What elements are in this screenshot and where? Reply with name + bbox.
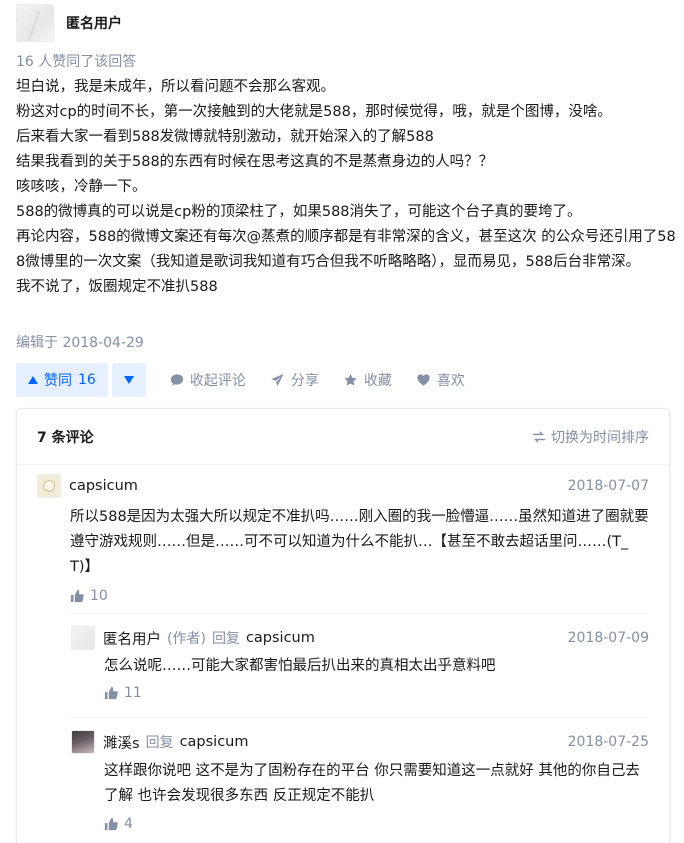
triangle-up-icon xyxy=(28,376,38,384)
reply-to-user[interactable]: capsicum xyxy=(180,734,249,750)
comment-header: 匿名用户 (作者) 回复 capsicum 2018-07-09 xyxy=(71,626,649,650)
avatar[interactable] xyxy=(71,730,95,754)
comment-like-count: 4 xyxy=(124,816,133,832)
thumbs-up-icon xyxy=(104,686,118,700)
answer-author: 匿名用户 xyxy=(16,4,122,42)
avatar[interactable] xyxy=(37,474,61,498)
upvote-count: 16 xyxy=(78,372,96,388)
like-label: 喜欢 xyxy=(436,373,465,389)
answer-actions: 赞同 16 收起评论 分享 收藏 喜欢 xyxy=(16,363,465,397)
author-tag: (作者) xyxy=(167,631,206,647)
avatar[interactable] xyxy=(71,626,95,650)
vote-count-line: 16 人赞同了该回答 xyxy=(16,54,137,70)
comment-like-count: 11 xyxy=(124,685,142,701)
comment-header: capsicum 2018-07-07 xyxy=(37,474,649,498)
answer-paragraph: 结果我看到的关于588的东西有时候在思考这真的不是蒸煮身边的人吗？？ xyxy=(16,154,494,170)
comment-item: 濉溪s 回复 capsicum 2018-07-25 这样跟你说吧 这不是为了固… xyxy=(71,730,649,834)
thumbs-up-icon xyxy=(104,817,118,831)
comment-icon xyxy=(170,374,183,386)
thumbs-up-icon xyxy=(70,589,84,603)
comment-like-button[interactable]: 10 xyxy=(70,586,649,606)
avatar[interactable] xyxy=(16,4,54,42)
comments-panel: 7 条评论 切换为时间排序 capsicum 2018-07-07 所以588是… xyxy=(16,408,670,843)
reply-to-user[interactable]: capsicum xyxy=(246,630,315,646)
author-name[interactable]: 匿名用户 xyxy=(66,13,122,33)
comment-text: 所以588是因为太强大所以规定不准扒吗……刚入圈的我一脸懵逼……虽然知道进了圈就… xyxy=(70,509,649,575)
swap-icon xyxy=(533,430,545,443)
share-label: 分享 xyxy=(290,373,319,389)
collapse-comments-button[interactable]: 收起评论 xyxy=(170,370,246,390)
downvote-button[interactable] xyxy=(111,363,146,397)
share-icon xyxy=(271,373,284,387)
star-icon xyxy=(344,373,357,386)
collapse-comments-label: 收起评论 xyxy=(189,373,246,389)
favorite-button[interactable]: 收藏 xyxy=(343,370,392,390)
comment-text: 这样跟你说吧 这不是为了固粉存在的平台 你只需要知道这一点就好 其他的你自己去了… xyxy=(104,763,640,804)
upvote-button[interactable]: 赞同 16 xyxy=(16,363,108,397)
sort-toggle-button[interactable]: 切换为时间排序 xyxy=(532,427,649,447)
answer-paragraph: 再论内容，588的微博文案还有每次@蒸煮的顺序都是有非常深的含义，甚至这次 的公… xyxy=(16,229,676,270)
comment-item: 匿名用户 (作者) 回复 capsicum 2018-07-09 怎么说呢……可… xyxy=(71,626,649,703)
comment-date: 2018-07-09 xyxy=(567,630,649,646)
comment-like-count: 10 xyxy=(90,588,108,604)
triangle-down-icon xyxy=(123,376,134,384)
heart-icon xyxy=(417,374,430,386)
answer-paragraph: 咳咳咳，冷静一下。 xyxy=(16,179,147,195)
comment-author[interactable]: capsicum xyxy=(69,478,138,494)
answer-paragraph: 我不说了，饭圈规定不准扒588 xyxy=(16,279,218,295)
favorite-label: 收藏 xyxy=(363,373,392,389)
comment-like-button[interactable]: 4 xyxy=(104,814,649,834)
comment-like-button[interactable]: 11 xyxy=(104,683,649,703)
answer-paragraph: 后来看大家一看到588发微博就特别激动，就开始深入的了解588 xyxy=(16,129,434,145)
sort-toggle-label: 切换为时间排序 xyxy=(551,429,649,446)
upvote-label: 赞同 xyxy=(44,373,72,389)
comment-divider xyxy=(70,717,648,718)
comment-text: 怎么说呢……可能大家都害怕最后扒出来的真相太出乎意料吧 xyxy=(104,658,496,674)
answer-paragraph: 坦白说，我是未成年，所以看问题不会那么客观。 xyxy=(16,79,335,95)
comment-header: 濉溪s 回复 capsicum 2018-07-25 xyxy=(71,730,649,754)
share-button[interactable]: 分享 xyxy=(270,370,319,390)
answer-paragraph: 588的微博真的可以说是cp粉的顶梁柱了，如果588消失了，可能这个台子真的要垮… xyxy=(16,204,582,220)
like-button[interactable]: 喜欢 xyxy=(416,370,465,390)
reply-word: 回复 xyxy=(145,735,174,751)
comment-author[interactable]: 匿名用户 xyxy=(103,628,161,649)
answer-content: 坦白说，我是未成年，所以看问题不会那么客观。 粉这对cp的时间不长，第一次接触到… xyxy=(16,75,676,300)
comment-author[interactable]: 濉溪s xyxy=(103,732,140,753)
reply-word: 回复 xyxy=(211,631,240,647)
comments-header: 7 条评论 切换为时间排序 xyxy=(17,409,669,465)
answer-paragraph: 粉这对cp的时间不长，第一次接触到的大佬就是588，那时候觉得，哦，就是个图博，… xyxy=(16,104,612,120)
comment-date: 2018-07-25 xyxy=(567,734,649,750)
comment-divider xyxy=(70,613,648,614)
comment-item: capsicum 2018-07-07 所以588是因为太强大所以规定不准扒吗…… xyxy=(37,474,649,606)
comment-date: 2018-07-07 xyxy=(567,478,649,494)
comments-count-title: 7 条评论 xyxy=(37,429,94,446)
edited-time[interactable]: 编辑于 2018-04-29 xyxy=(16,332,144,352)
